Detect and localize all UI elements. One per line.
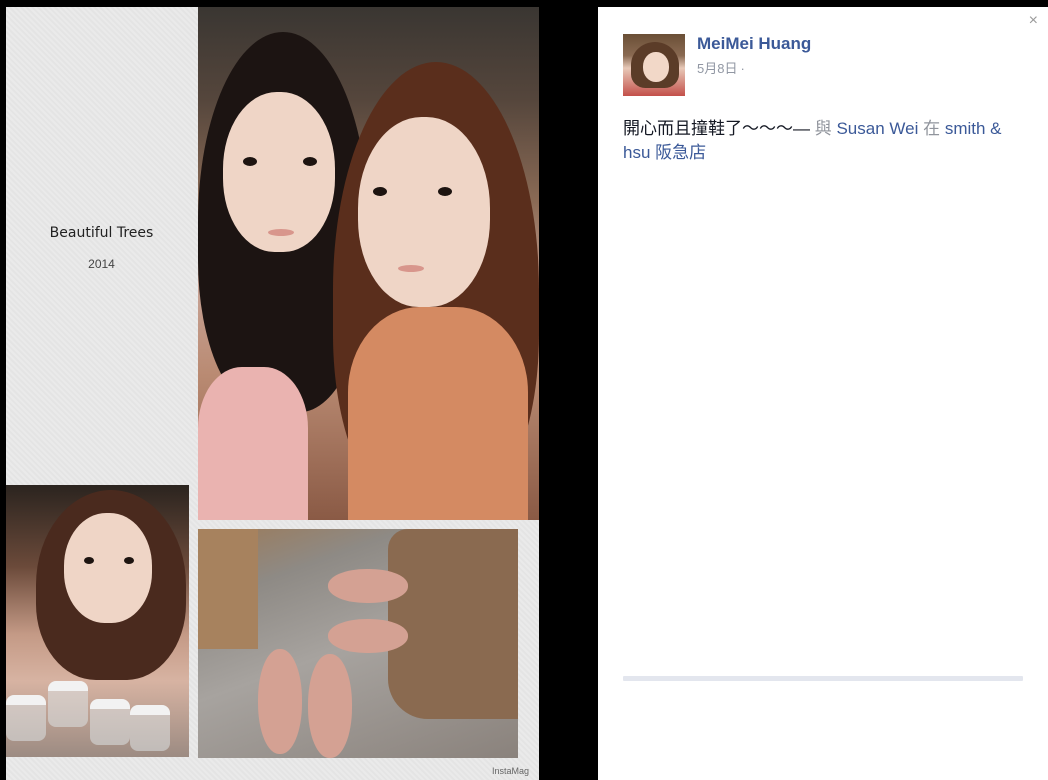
post-message: 開心而且撞鞋了〜〜〜— 與 Susan Wei 在 smith & hsu 阪急…: [623, 117, 1028, 165]
eye-shape: [303, 157, 317, 166]
jar-shape: [48, 681, 88, 727]
post-date-link[interactable]: 5月8日: [697, 61, 737, 76]
trousers-shape: [388, 529, 518, 719]
tagged-friend-link[interactable]: Susan Wei: [836, 119, 918, 138]
eye-shape: [84, 557, 94, 564]
eye-shape: [243, 157, 257, 166]
shoe-shape: [258, 649, 302, 754]
shoe-shape: [328, 569, 408, 603]
jar-shape: [130, 705, 170, 751]
photo-collage[interactable]: Beautiful Trees 2014 InstaMag: [6, 7, 539, 780]
collage-year: 2014: [88, 257, 115, 271]
shoe-shape: [328, 619, 408, 653]
at-word: 在: [923, 119, 941, 138]
collage-caption: Beautiful Trees 2014: [6, 7, 197, 483]
lip-shape: [398, 265, 424, 272]
face: [64, 513, 152, 623]
avatar-face-shape: [643, 52, 669, 82]
photo-viewer[interactable]: Beautiful Trees 2014 InstaMag: [0, 0, 598, 780]
collage-title: Beautiful Trees: [49, 225, 154, 241]
post-body-text: 開心而且撞鞋了〜〜〜—: [623, 119, 810, 138]
jar-shape: [90, 699, 130, 745]
shoe-shape: [308, 654, 352, 758]
photo-main-selfie: [198, 7, 539, 520]
dress-shape: [198, 367, 308, 520]
eye-shape: [373, 187, 387, 196]
instamag-watermark: InstaMag: [491, 766, 529, 776]
meta-separator: ·: [740, 61, 745, 76]
divider: [623, 676, 1023, 681]
face-left: [223, 92, 335, 252]
with-word: 與: [814, 119, 832, 138]
face-right: [358, 117, 490, 307]
dress-shape: [348, 307, 528, 520]
eye-shape: [124, 557, 134, 564]
author-avatar[interactable]: [623, 34, 685, 96]
photo-shoes: [198, 529, 518, 758]
lip-shape: [268, 229, 294, 236]
photo-selfie-jars: [6, 485, 189, 757]
post-sidebar: × MeiMei Huang 5月8日 · 開心而且撞鞋了〜〜〜— 與 Susan…: [598, 7, 1048, 780]
eye-shape: [438, 187, 452, 196]
jar-shape: [6, 695, 46, 741]
author-name-link[interactable]: MeiMei Huang: [697, 34, 811, 54]
close-icon[interactable]: ×: [1029, 12, 1038, 30]
wood-shape: [198, 529, 258, 649]
post-meta: 5月8日 ·: [697, 58, 745, 77]
